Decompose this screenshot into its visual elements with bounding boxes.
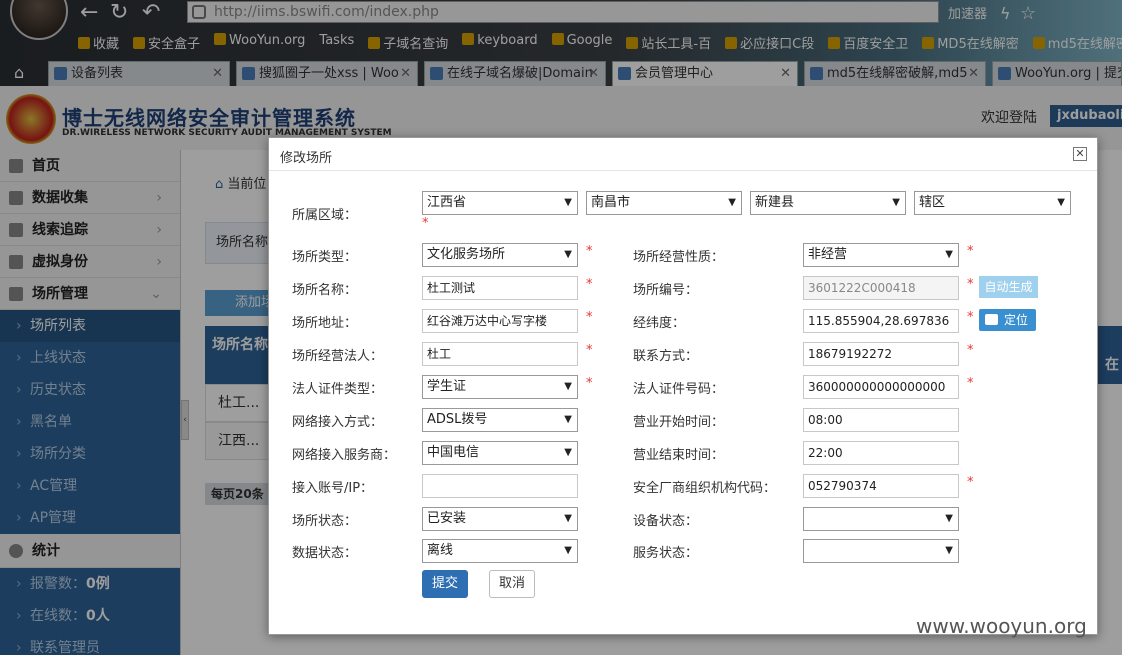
required-mark: * [967,310,974,325]
required-mark: * [967,277,974,292]
device-status-select[interactable] [803,507,959,531]
access-account-label: 接入账号/IP： [292,481,374,496]
venue-status-label: 场所状态： [292,514,358,529]
network-access-label: 网络接入方式： [292,415,384,430]
legal-person-label: 场所经营法人： [292,349,384,364]
required-mark: * [967,343,974,358]
required-mark: * [586,310,593,325]
network-access-select[interactable]: ADSL拨号 [422,408,578,432]
isp-select[interactable]: 中国电信 [422,441,578,465]
cancel-button[interactable]: 取消 [489,570,535,598]
isp-label: 网络接入服务商： [292,448,397,463]
county-select[interactable]: 新建县 [750,191,906,215]
data-status-select[interactable]: 离线 [422,539,578,563]
close-icon[interactable]: ✕ [1073,147,1087,161]
venue-type-label: 场所类型： [292,250,358,265]
contact-label: 联系方式： [633,349,699,364]
venue-code-label: 场所编号： [633,283,699,298]
id-number-input[interactable]: 360000000000000000 [803,375,959,399]
id-number-label: 法人证件号码： [633,382,725,397]
required-mark: * [586,244,593,259]
id-type-select[interactable]: 学生证 [422,375,578,399]
venue-type-select[interactable]: 文化服务场所 [422,243,578,267]
service-status-label: 服务状态： [633,546,699,561]
business-nature-label: 场所经营性质： [633,250,725,265]
id-type-label: 法人证件类型： [292,382,384,397]
business-nature-select[interactable]: 非经营 [803,243,959,267]
coordinates-input[interactable]: 115.855904,28.697836 [803,309,959,333]
contact-input[interactable]: 18679192272 [803,342,959,366]
page-root: ← ↻ ↶ http://iims.bswifi.com/index.php 加… [0,0,1122,655]
required-mark: * [967,244,974,259]
legal-person-input[interactable]: 杜工 [422,342,578,366]
close-time-input[interactable]: 22:00 [803,441,959,465]
region-label: 所属区域： [292,208,358,223]
vendor-code-input[interactable]: 052790374 [803,474,959,498]
open-time-label: 营业开始时间： [633,415,725,430]
venue-name-label: 场所名称： [292,283,358,298]
close-time-label: 营业结束时间： [633,448,725,463]
access-account-input[interactable] [422,474,578,498]
device-status-label: 设备状态： [633,514,699,529]
province-select[interactable]: 江西省 [422,191,578,215]
data-status-label: 数据状态： [292,546,358,561]
dialog-title: 修改场所 [280,151,333,166]
map-icon [985,314,998,325]
auto-generate-button[interactable]: 自动生成 [979,276,1038,298]
submit-button[interactable]: 提交 [422,570,468,598]
watermark-text: www.wooyun.org [916,614,1087,638]
district-select[interactable]: 辖区 [914,191,1071,215]
open-time-input[interactable]: 08:00 [803,408,959,432]
dialog-header: 修改场所 ✕ [269,138,1097,171]
venue-name-input[interactable]: 杜工测试 [422,276,578,300]
required-mark: * [422,216,429,231]
locate-button[interactable]: 定位 [979,309,1036,331]
coordinates-label: 经纬度： [633,316,686,331]
required-mark: * [967,475,974,490]
city-select[interactable]: 南昌市 [586,191,742,215]
edit-venue-dialog: 修改场所 ✕ 所属区域： 江西省 南昌市 新建县 辖区 * 场所类型： 文化服务… [268,137,1098,635]
vendor-code-label: 安全厂商组织机构代码： [633,481,777,496]
venue-code-input[interactable]: 3601222C000418 [803,276,959,300]
required-mark: * [586,277,593,292]
venue-status-select[interactable]: 已安装 [422,507,578,531]
required-mark: * [586,343,593,358]
venue-address-label: 场所地址： [292,316,358,331]
required-mark: * [586,376,593,391]
service-status-select[interactable] [803,539,959,563]
required-mark: * [967,376,974,391]
venue-address-input[interactable]: 红谷滩万达中心写字楼 [422,309,578,333]
